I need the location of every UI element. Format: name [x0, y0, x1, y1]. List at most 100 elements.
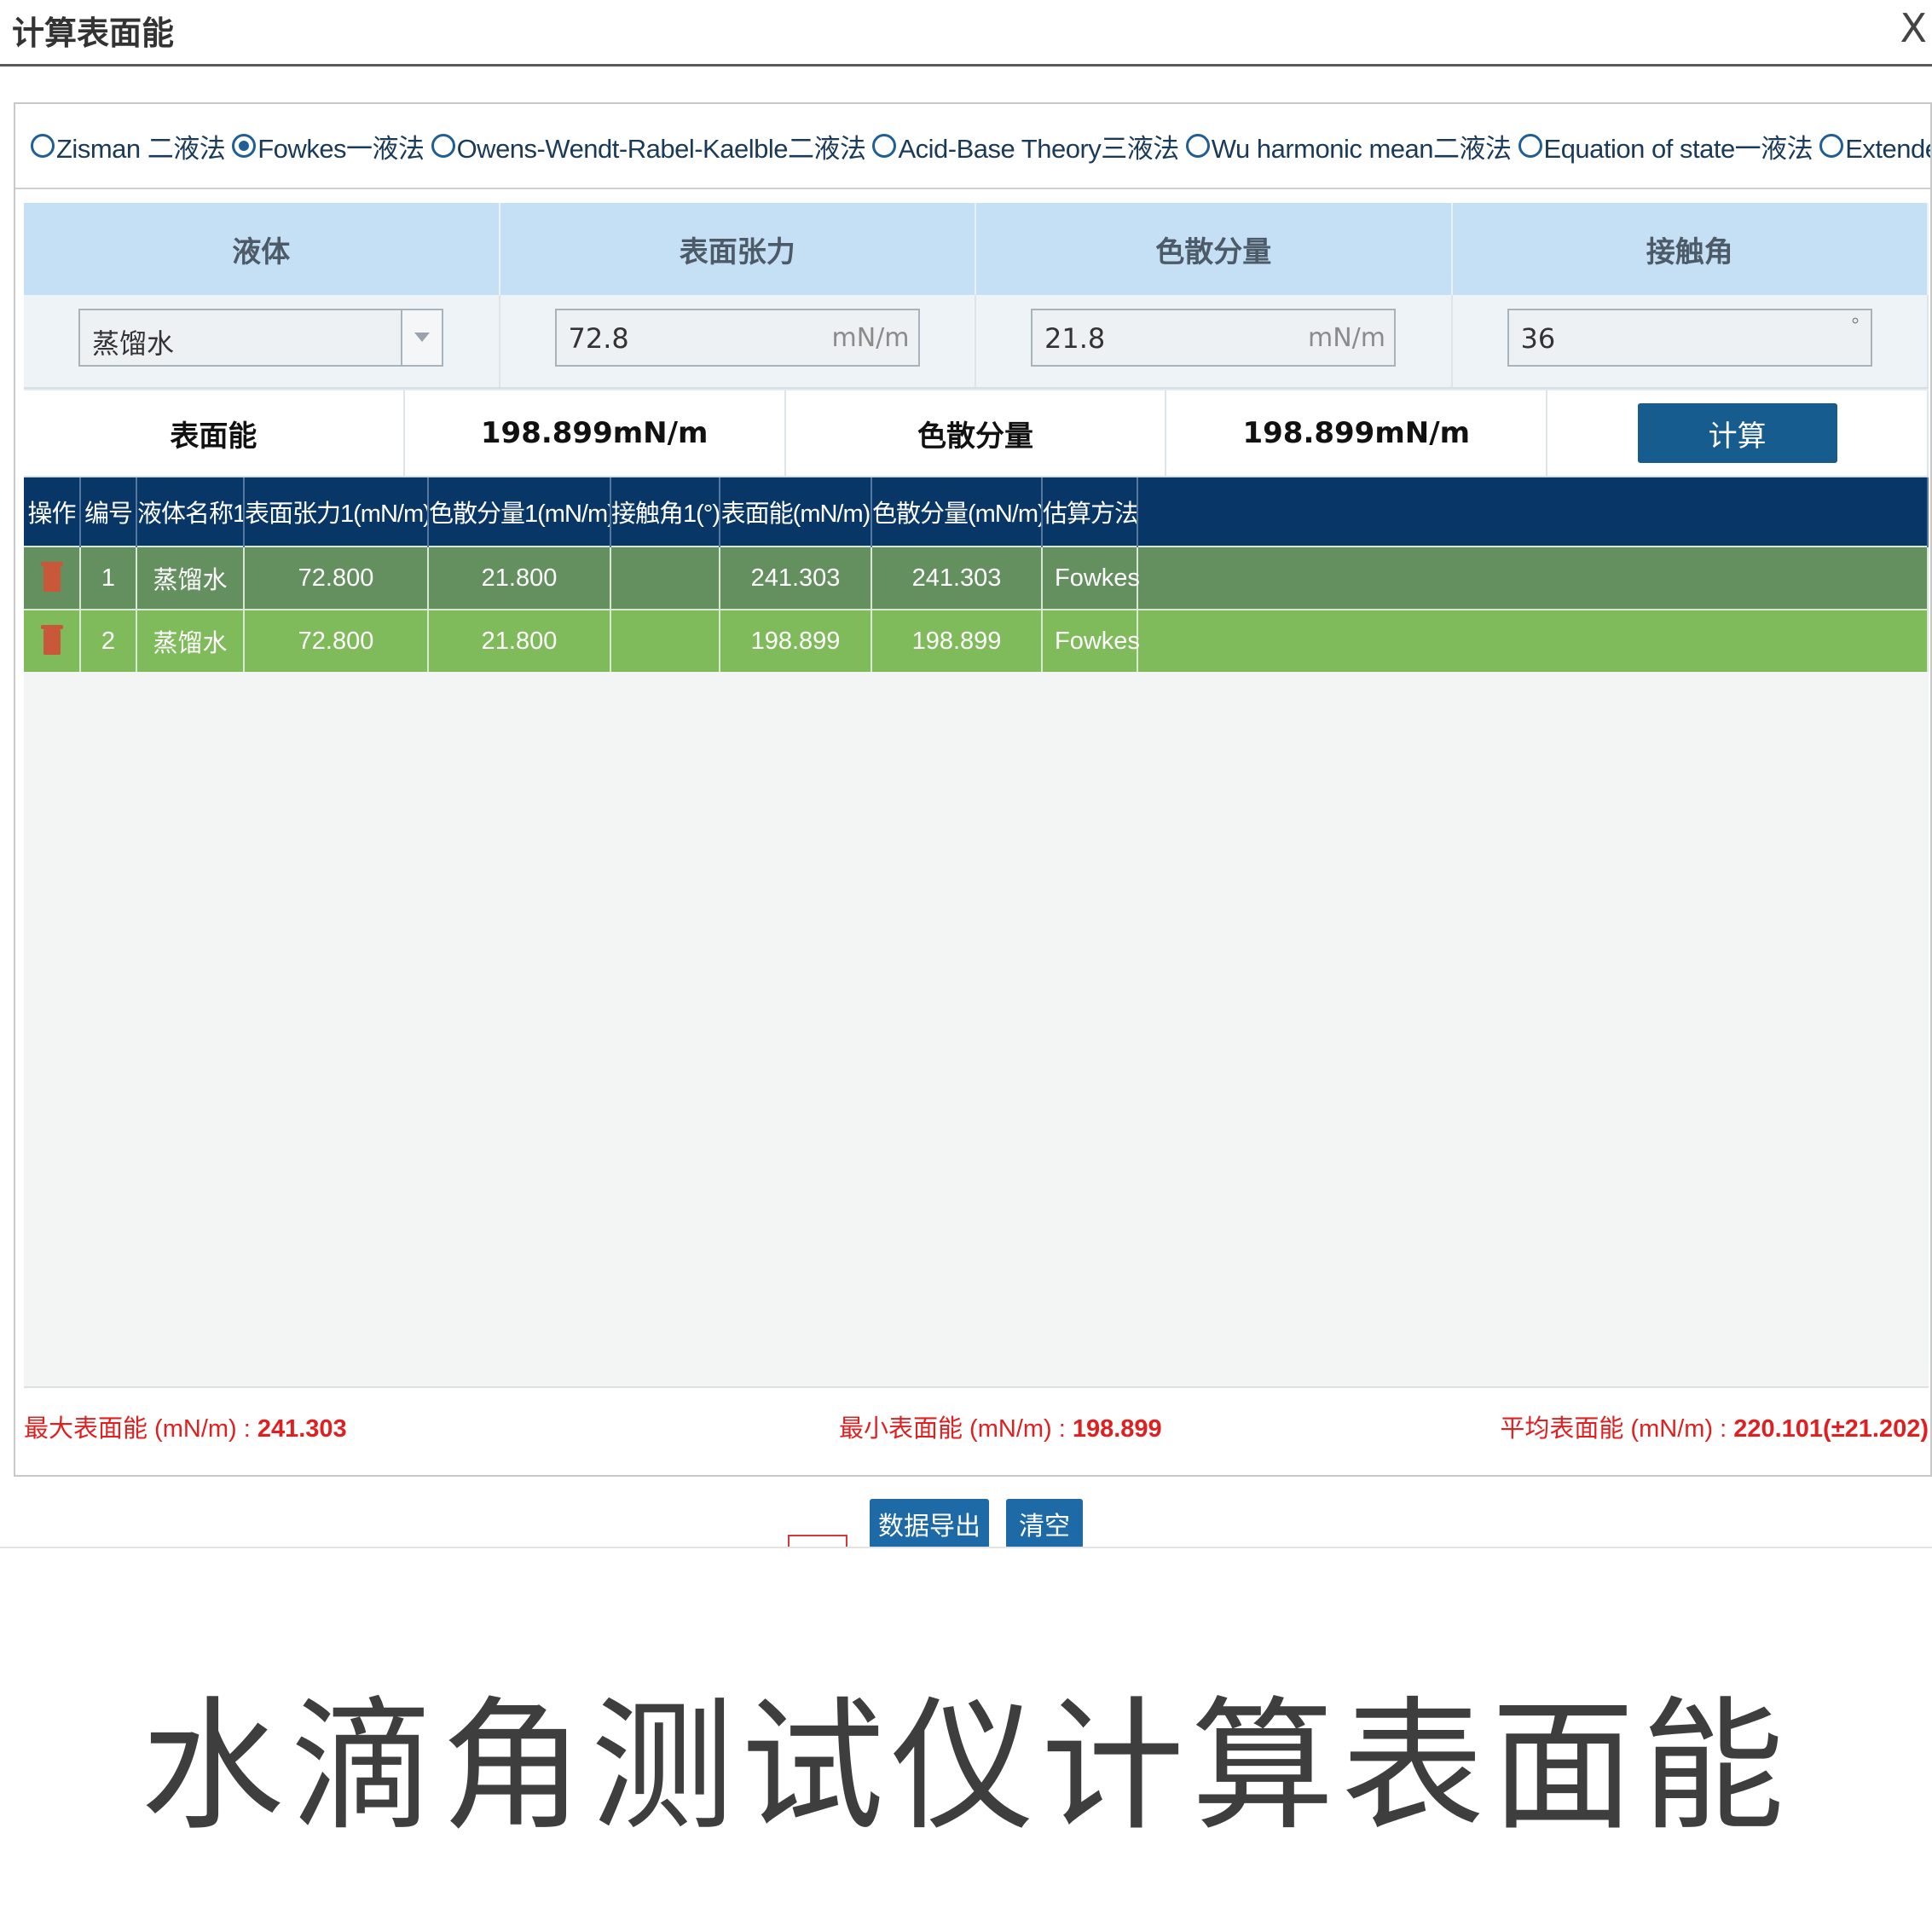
dispersive-result-label: 色散分量: [786, 390, 1167, 476]
surface-tension-value: 72.8: [568, 322, 629, 355]
result-row: 表面能 198.899mN/m 色散分量 198.899mN/m 计算: [24, 389, 1929, 477]
radio-icon[interactable]: [1518, 134, 1542, 158]
row-filler: [1137, 546, 1929, 610]
method-label: Fowkes一液法: [257, 133, 425, 164]
surface-tension-unit: mN/m: [831, 323, 910, 353]
row-index: 2: [80, 609, 137, 672]
col-liquid-name: 液体名称1: [136, 477, 245, 547]
method-option-extended-fowkes[interactable]: Extended Fowkes三液法: [1819, 127, 1930, 165]
row-surface-energy: 198.899: [720, 609, 872, 672]
chevron-down-icon[interactable]: [401, 310, 442, 365]
method-option-fowkes[interactable]: Fowkes一液法: [232, 127, 425, 165]
col-surface-tension: 表面张力1(mN/m): [244, 477, 429, 547]
row-action-cell: [24, 609, 81, 672]
stat-max-label: 最大表面能 (mN/m) :: [24, 1415, 257, 1443]
row-surface-energy: 241.303: [720, 546, 872, 610]
col-filler: [1137, 477, 1929, 547]
calculate-button[interactable]: 计算: [1637, 403, 1837, 463]
contact-angle-input[interactable]: 36 °: [1507, 309, 1872, 367]
row-filler: [1137, 609, 1929, 672]
method-label: Extended Fowkes三液法: [1845, 133, 1930, 164]
contact-angle-value: 36: [1520, 322, 1556, 355]
row-surface-tension: 72.800: [244, 546, 429, 610]
method-option-wu[interactable]: Wu harmonic mean二液法: [1185, 127, 1512, 165]
row-dispersive: 21.800: [428, 546, 611, 610]
dispersive-value: 21.8: [1044, 322, 1106, 355]
stat-min-value: 198.899: [1072, 1415, 1162, 1443]
table-row[interactable]: 1 蒸馏水 72.800 21.800 241.303 241.303 Fowk…: [24, 546, 1929, 610]
stat-max-value: 241.303: [257, 1415, 347, 1443]
method-label: Equation of state一液法: [1543, 133, 1813, 164]
col-action: 操作: [24, 477, 81, 547]
liquid-select-value: 蒸馏水: [92, 327, 175, 360]
row-action-cell: [24, 546, 81, 610]
dialog-title-bar: 计算表面能 X: [0, 0, 1932, 67]
radio-icon[interactable]: [431, 134, 455, 158]
main-panel: Zisman 二液法 Fowkes一液法 Owens-Wendt-Rabel-K…: [14, 102, 1932, 1477]
surface-tension-input[interactable]: 72.8 mN/m: [554, 309, 920, 367]
row-dispersive-result: 198.899: [871, 609, 1043, 672]
results-table: 操作 编号 液体名称1 表面张力1(mN/m) 色散分量1(mN/m) 接触角1…: [24, 477, 1929, 672]
caption-banner: 水滴角测试仪计算表面能: [0, 1547, 1932, 1932]
col-dispersive: 色散分量1(mN/m): [428, 477, 611, 547]
radio-icon[interactable]: [872, 134, 897, 158]
export-data-button[interactable]: 数据导出: [870, 1499, 989, 1548]
row-surface-tension: 72.800: [244, 609, 429, 672]
row-contact-angle: [610, 609, 720, 672]
row-method: Fowkes: [1042, 609, 1140, 672]
col-dispersive-result: 色散分量(mN/m): [871, 477, 1043, 547]
row-liquid: 蒸馏水: [136, 609, 245, 672]
caption-text: 水滴角测试仪计算表面能: [141, 1683, 1791, 1850]
table-row[interactable]: 2 蒸馏水 72.800 21.800 198.899 198.899 Fowk…: [24, 609, 1929, 672]
row-contact-angle: [610, 546, 720, 610]
trash-icon[interactable]: [40, 624, 63, 655]
row-method: Fowkes: [1042, 546, 1140, 610]
method-option-zisman[interactable]: Zisman 二液法: [31, 127, 226, 165]
close-icon[interactable]: X: [1900, 5, 1927, 51]
row-dispersive-result: 241.303: [871, 546, 1043, 610]
stat-max: 最大表面能 (mN/m) : 241.303: [24, 1409, 347, 1444]
method-label: Owens-Wendt-Rabel-Kaelble二液法: [456, 133, 866, 164]
dialog-title: 计算表面能: [12, 14, 175, 52]
col-contact-angle: 接触角1(°): [610, 477, 720, 547]
method-label: Wu harmonic mean二液法: [1211, 133, 1512, 164]
input-row: 蒸馏水 72.8 mN/m 21.8 mN/m 36 °: [24, 295, 1929, 389]
row-liquid: 蒸馏水: [136, 546, 245, 610]
header-liquid: 液体: [24, 203, 500, 295]
contact-angle-unit: °: [1850, 315, 1860, 337]
calc-button-cell: 计算: [1547, 390, 1929, 476]
dispersive-input[interactable]: 21.8 mN/m: [1031, 309, 1396, 367]
method-selector: Zisman 二液法 Fowkes一液法 Owens-Wendt-Rabel-K…: [15, 104, 1930, 189]
radio-icon[interactable]: [1819, 134, 1844, 158]
input-header-row: 液体 表面张力 色散分量 接触角: [24, 203, 1929, 295]
row-index: 1: [80, 546, 137, 610]
header-contact-angle: 接触角: [1453, 203, 1929, 295]
trash-icon[interactable]: [40, 561, 63, 592]
method-option-equation-of-state[interactable]: Equation of state一液法: [1518, 127, 1813, 165]
results-table-area: 操作 编号 液体名称1 表面张力1(mN/m) 色散分量1(mN/m) 接触角1…: [24, 477, 1929, 1388]
clear-button[interactable]: 清空: [1006, 1499, 1083, 1548]
header-surface-tension: 表面张力: [500, 203, 976, 295]
stat-avg-value: 220.101(±21.202): [1733, 1415, 1929, 1443]
col-surface-energy: 表面能(mN/m): [720, 477, 872, 547]
stat-avg: 平均表面能 (mN/m) : 220.101(±21.202): [1500, 1409, 1929, 1444]
method-option-acid-base[interactable]: Acid-Base Theory三液法: [872, 127, 1179, 165]
method-label: Acid-Base Theory三液法: [898, 133, 1179, 164]
stat-min-label: 最小表面能 (mN/m) :: [839, 1415, 1073, 1443]
radio-icon[interactable]: [1185, 134, 1210, 158]
radio-icon[interactable]: [31, 134, 55, 158]
dispersive-unit: mN/m: [1308, 323, 1385, 353]
row-dispersive: 21.800: [428, 609, 611, 672]
col-index: 编号: [80, 477, 137, 547]
method-option-owrk[interactable]: Owens-Wendt-Rabel-Kaelble二液法: [431, 127, 866, 165]
input-section: 液体 表面张力 色散分量 接触角 蒸馏水 72.8 mN/m 21.8 mN/m…: [24, 203, 1929, 477]
dispersive-result-value: 198.899mN/m: [1166, 390, 1548, 476]
stat-avg-label: 平均表面能 (mN/m) :: [1500, 1415, 1734, 1443]
liquid-select[interactable]: 蒸馏水: [78, 309, 443, 367]
stat-min: 最小表面能 (mN/m) : 198.899: [839, 1409, 1162, 1444]
col-method: 估算方法: [1042, 477, 1138, 547]
header-dispersive: 色散分量: [976, 203, 1453, 295]
method-label: Zisman 二液法: [56, 133, 226, 164]
radio-checked-icon[interactable]: [232, 134, 257, 158]
table-header-row: 操作 编号 液体名称1 表面张力1(mN/m) 色散分量1(mN/m) 接触角1…: [24, 477, 1929, 547]
